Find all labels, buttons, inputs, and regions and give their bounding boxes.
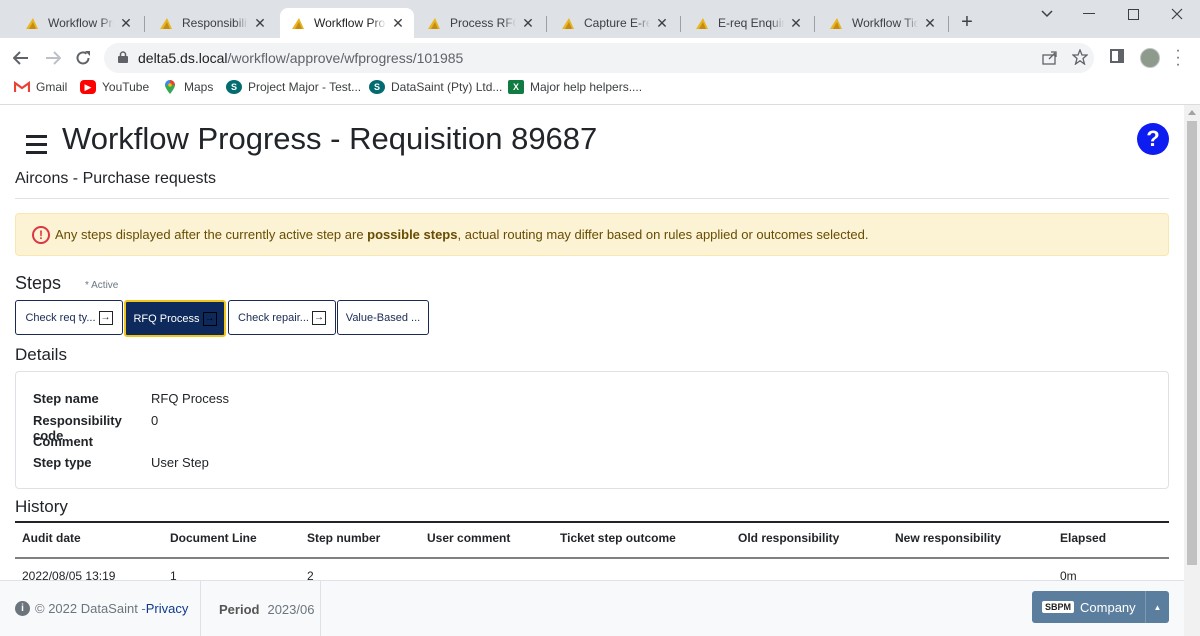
alert-text: Any steps displayed after the currently …	[55, 227, 869, 242]
tab-search-icon[interactable]	[1032, 4, 1062, 24]
column-header[interactable]: Ticket step outcome	[560, 531, 676, 545]
details-heading: Details	[15, 345, 67, 364]
arrow-right-box-icon[interactable]: →	[202, 311, 217, 326]
help-button[interactable]: ?	[1137, 123, 1169, 155]
lock-icon	[118, 50, 128, 66]
company-button[interactable]: SBPM Company ▲	[1032, 591, 1169, 623]
more-menu-icon[interactable]: · · ·	[1173, 43, 1183, 73]
close-icon[interactable]: ✕	[118, 15, 134, 31]
browser-toolbar: delta5.ds.local/workflow/approve/wfprogr…	[0, 38, 1200, 78]
exclamation-circle-icon: !	[32, 225, 50, 244]
arrow-right-box-icon[interactable]: →	[98, 310, 113, 325]
side-panel-icon[interactable]	[1110, 49, 1124, 63]
excel-icon: X	[508, 80, 524, 94]
bookmark-maps[interactable]: Maps	[162, 79, 213, 94]
column-header[interactable]: Document Line	[170, 531, 257, 545]
reload-icon[interactable]	[72, 47, 94, 69]
details-card: Step name RFQ Process Responsibility cod…	[15, 371, 1169, 489]
info-icon: i	[15, 601, 30, 616]
detail-row: Step type User Step	[33, 455, 209, 470]
browser-tab[interactable]: Process RFQ - ✕	[416, 8, 544, 38]
window-close-icon[interactable]	[1162, 4, 1192, 24]
browser-tab[interactable]: Responsibility ✕	[148, 8, 276, 38]
page-scrollbar[interactable]	[1184, 105, 1200, 636]
sbpm-logo: SBPM	[1042, 601, 1075, 613]
back-arrow-icon[interactable]	[10, 47, 32, 69]
detail-row: Step name RFQ Process	[33, 391, 230, 406]
column-header[interactable]: Step number	[307, 531, 380, 545]
close-icon[interactable]: ✕	[520, 15, 536, 31]
triangle-icon	[830, 18, 842, 29]
address-bar[interactable]: delta5.ds.local/workflow/approve/wfprogr…	[104, 43, 1094, 73]
bookmark-major-help[interactable]: X Major help helpers....	[508, 80, 642, 94]
column-header[interactable]: Elapsed	[1060, 531, 1106, 545]
page-title: Workflow Progress - Requisition 89687	[62, 121, 598, 156]
gmail-icon	[14, 80, 30, 94]
page-subtitle: Aircons - Purchase requests	[15, 170, 216, 187]
scrollbar-thumb[interactable]	[1187, 121, 1197, 565]
close-icon[interactable]: ✕	[788, 15, 804, 31]
forward-arrow-icon[interactable]	[42, 47, 64, 69]
possible-steps-alert: ! Any steps displayed after the currentl…	[15, 213, 1169, 256]
profile-avatar[interactable]	[1140, 48, 1160, 68]
bookmark-gmail[interactable]: Gmail	[14, 80, 67, 94]
page-content: Workflow Progress - Requisition 89687 ? …	[0, 105, 1184, 636]
column-header[interactable]: User comment	[427, 531, 510, 545]
history-heading: History	[15, 497, 68, 516]
column-header[interactable]: New responsibility	[895, 531, 1001, 545]
close-icon[interactable]: ✕	[390, 15, 406, 31]
hamburger-menu-icon[interactable]	[26, 135, 47, 159]
sharepoint-icon: S	[369, 80, 385, 94]
caret-up-icon[interactable]: ▲	[1145, 591, 1169, 623]
triangle-icon	[428, 18, 440, 29]
steps-heading: Steps	[15, 273, 62, 293]
footer-copyright: i © 2022 DataSaint - Privacy	[15, 601, 188, 616]
browser-tab[interactable]: Workflow Tick ✕	[818, 8, 946, 38]
column-header[interactable]: Audit date	[22, 531, 81, 545]
footer: i © 2022 DataSaint - Privacy Period 2023/…	[0, 580, 1184, 636]
bookmark-datasaint[interactable]: S DataSaint (Pty) Ltd...	[369, 80, 502, 94]
browser-tab-active[interactable]: Workflow Prog ✕	[280, 8, 414, 38]
detail-row: Comment	[33, 434, 93, 449]
close-icon[interactable]: ✕	[252, 15, 268, 31]
active-note: * Active	[85, 280, 119, 291]
youtube-icon: ▶	[80, 80, 96, 94]
step-button[interactable]: Value-Based ...	[337, 300, 429, 335]
url-path: /workflow/approve/wfprogress/101985	[227, 50, 464, 66]
bookmark-star-icon[interactable]	[1071, 48, 1089, 69]
triangle-icon	[26, 18, 38, 29]
privacy-link[interactable]: Privacy	[146, 601, 189, 616]
bookmark-project-major[interactable]: S Project Major - Test...	[226, 80, 361, 94]
maps-pin-icon	[162, 79, 178, 94]
column-header[interactable]: Old responsibility	[738, 531, 839, 545]
step-button[interactable]: Check repair... →	[228, 300, 336, 335]
share-icon[interactable]	[1042, 51, 1058, 69]
triangle-icon	[696, 18, 708, 29]
close-icon[interactable]: ✕	[922, 15, 938, 31]
sharepoint-icon: S	[226, 80, 242, 94]
new-tab-button[interactable]: +	[956, 12, 978, 34]
browser-tab[interactable]: Capture E-req ✕	[550, 8, 678, 38]
close-icon[interactable]: ✕	[654, 15, 670, 31]
url-host: delta5.ds.local	[138, 50, 228, 66]
triangle-icon	[562, 18, 574, 29]
browser-tab[interactable]: Workflow Prog ✕	[14, 8, 142, 38]
browser-tab-strip: Workflow Prog ✕ Responsibility ✕ Workflo…	[0, 0, 1200, 38]
step-button-active[interactable]: RFQ Process →	[124, 300, 226, 337]
triangle-icon	[160, 18, 172, 29]
browser-tab[interactable]: E-req Enquiry ✕	[684, 8, 812, 38]
step-button[interactable]: Check req ty... →	[15, 300, 123, 335]
arrow-right-box-icon[interactable]: →	[311, 310, 326, 325]
triangle-icon	[292, 18, 304, 29]
maximize-icon[interactable]	[1118, 4, 1148, 24]
minimize-icon[interactable]	[1074, 4, 1104, 24]
period-display: Period 2023/06	[219, 602, 315, 617]
bookmark-youtube[interactable]: ▶ YouTube	[80, 80, 149, 94]
bookmarks-bar: Gmail ▶ YouTube Maps S Project Major - T…	[0, 78, 1200, 100]
